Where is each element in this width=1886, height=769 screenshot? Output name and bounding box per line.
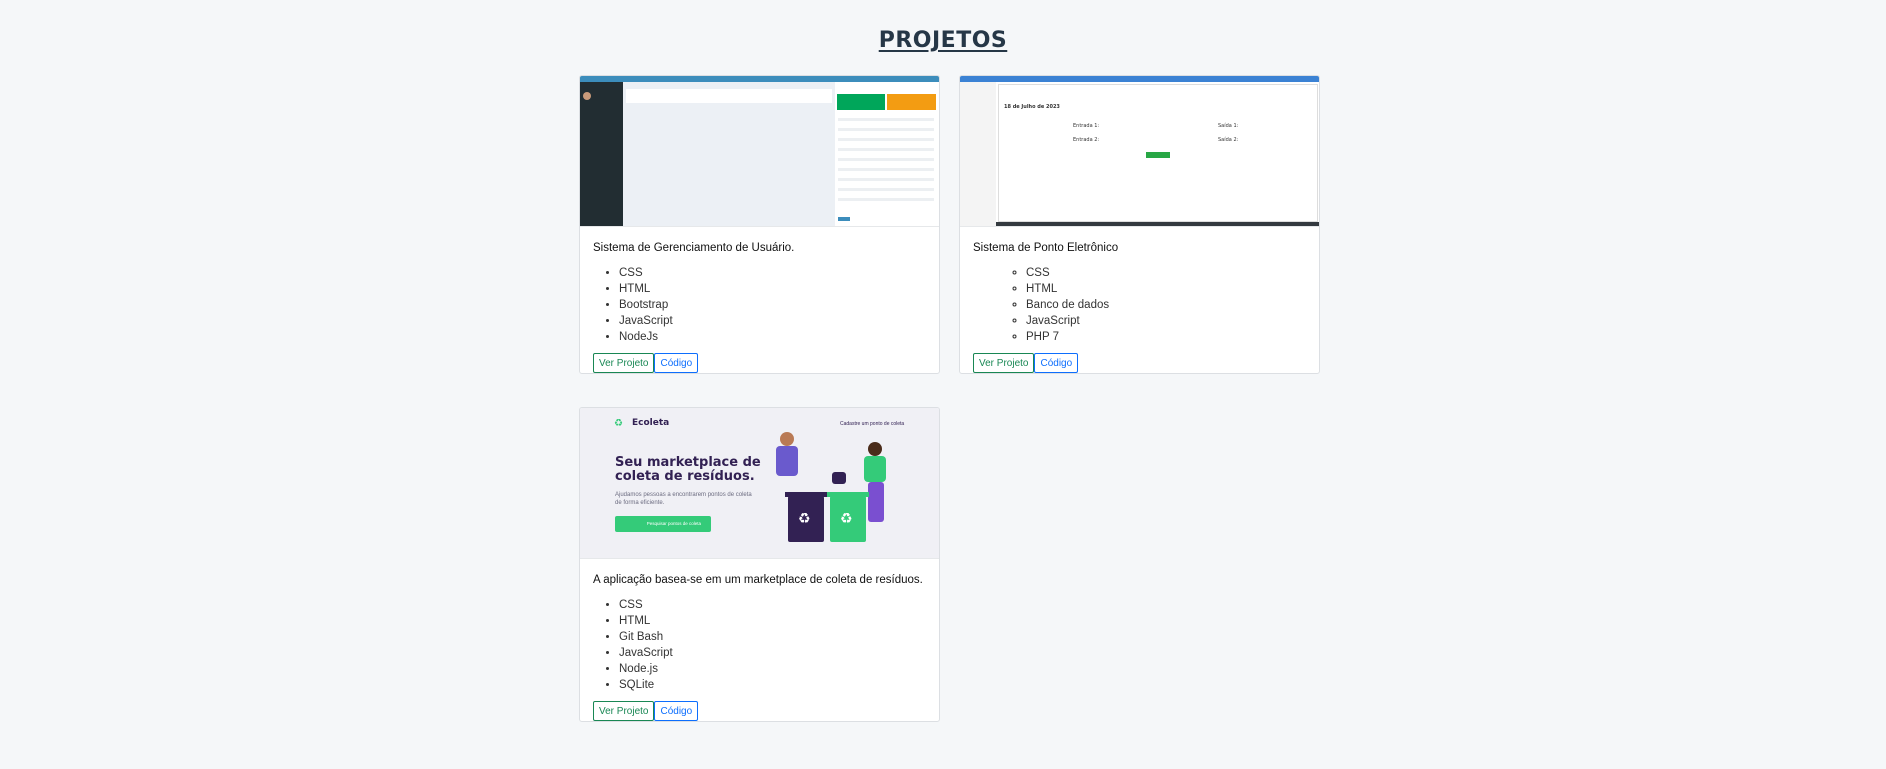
section-title: PROJETOS <box>878 28 1008 53</box>
thumb-saida2: Saída 2: <box>1218 137 1239 143</box>
view-code-button[interactable]: Código <box>1034 353 1079 373</box>
view-code-button[interactable]: Código <box>654 353 699 373</box>
thumb-headline: Seu marketplace de coleta de resíduos. <box>615 455 761 484</box>
tech-item: Banco de dados <box>1026 297 1306 313</box>
tech-list: CSS HTML Banco de dados JavaScript PHP 7 <box>973 265 1306 345</box>
thumb-cta: Pesquisar pontos de coleta <box>615 516 711 532</box>
recycle-icon: ♻ <box>614 418 623 429</box>
tech-item: Bootstrap <box>619 297 926 313</box>
thumb-saida1: Saída 1: <box>1218 123 1239 129</box>
thumb-entrada2: Entrada 2: <box>1073 137 1100 143</box>
view-project-button[interactable]: Ver Projeto <box>973 353 1035 373</box>
tech-item: NodeJs <box>619 329 926 345</box>
thumb-entrada1: Entrada 1: <box>1073 123 1100 129</box>
tech-item: Node.js <box>619 661 926 677</box>
view-code-button[interactable]: Código <box>654 701 699 721</box>
tech-item: HTML <box>1026 281 1306 297</box>
recycle-icon: ♻ <box>798 510 811 526</box>
tech-list: CSS HTML Git Bash JavaScript Node.js SQL… <box>593 597 926 693</box>
project-card-ponto-eletronico: 18 de Julho de 2023 Entrada 1: Saída 1: … <box>959 75 1320 374</box>
card-actions: Ver Projeto Código <box>973 353 1306 373</box>
tech-item: HTML <box>619 613 926 629</box>
card-actions: Ver Projeto Código <box>593 353 926 373</box>
tech-item: JavaScript <box>619 645 926 661</box>
thumb-text: Ajudamos pessoas a encontrarem pontos de… <box>615 492 752 506</box>
tech-item: CSS <box>619 265 926 281</box>
avatar <box>583 92 591 100</box>
project-card-ecoleta: ♻ Ecoleta Cadastre um ponto de coleta Se… <box>579 407 940 722</box>
tech-item: SQLite <box>619 677 926 693</box>
tech-item: JavaScript <box>1026 313 1306 329</box>
project-card-user-management: Sistema de Gerenciamento de Usuário. CSS… <box>579 75 940 374</box>
project-description: A aplicação basea-se em um marketplace d… <box>593 574 923 586</box>
tech-item: PHP 7 <box>1026 329 1306 345</box>
tech-item: CSS <box>619 597 926 613</box>
card-actions: Ver Projeto Código <box>593 701 926 721</box>
project-description: Sistema de Ponto Eletrônico <box>973 242 1119 254</box>
tech-item: CSS <box>1026 265 1306 281</box>
recycle-icon: ♻ <box>840 510 853 526</box>
thumb-logo: Ecoleta <box>632 418 670 428</box>
project-thumbnail: ♻ Ecoleta Cadastre um ponto de coleta Se… <box>580 408 939 559</box>
project-thumbnail <box>580 76 939 227</box>
tech-item: HTML <box>619 281 926 297</box>
thumb-date: 18 de Julho de 2023 <box>1004 104 1060 110</box>
view-project-button[interactable]: Ver Projeto <box>593 353 655 373</box>
view-project-button[interactable]: Ver Projeto <box>593 701 655 721</box>
project-thumbnail: 18 de Julho de 2023 Entrada 1: Saída 1: … <box>960 76 1319 227</box>
project-description: Sistema de Gerenciamento de Usuário. <box>593 242 795 254</box>
thumb-link: Cadastre um ponto de coleta <box>840 421 905 427</box>
tech-list: CSS HTML Bootstrap JavaScript NodeJs <box>593 265 926 345</box>
tech-item: JavaScript <box>619 313 926 329</box>
tech-item: Git Bash <box>619 629 926 645</box>
